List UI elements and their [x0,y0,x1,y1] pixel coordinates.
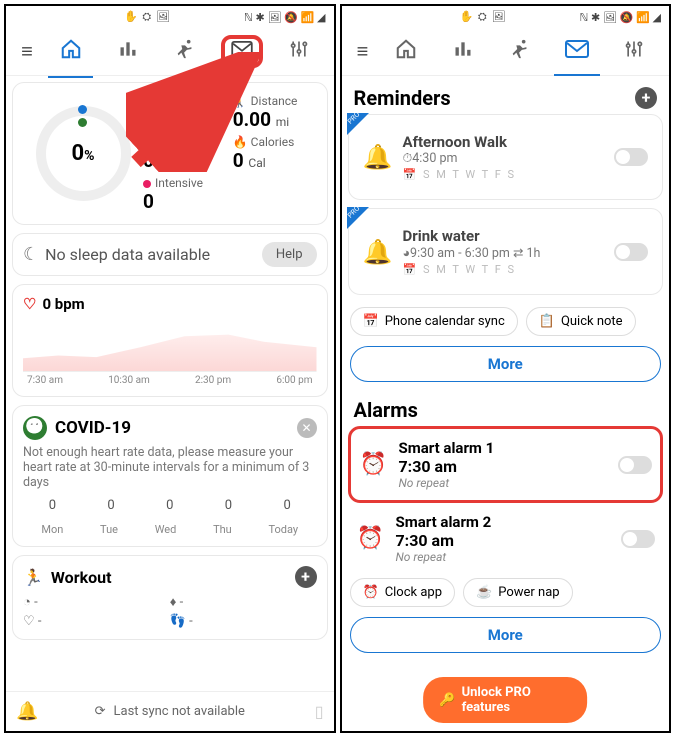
clock-app-button[interactable]: ⏰ Clock app [350,578,456,607]
status-bar: ✋ ⛭ 🖼 ℕ ✱ 🖼 🔕 📶 ◢ [6,6,334,28]
covid-icon [23,416,47,440]
pro-badge: PRO [347,207,369,229]
more-alarms-button[interactable]: More [350,617,662,653]
nav-settings[interactable] [270,39,327,64]
bell-icon: 🔔 [363,143,393,171]
menu-icon[interactable]: ≡ [348,39,378,64]
alarms-title: Alarms [348,394,664,426]
close-icon[interactable]: ✕ [297,418,317,438]
toggle[interactable] [614,148,648,166]
top-nav: ≡ [342,28,670,76]
quick-note-button[interactable]: 📋 Quick note [526,307,636,336]
dot-steps [78,105,87,114]
alarm-icon: ⏰ [359,452,389,477]
heart-icon: ♡ [23,295,36,313]
sync-icon: ⟳ [95,704,106,719]
bell-icon[interactable]: 🔔 [16,701,38,722]
heart-card[interactable]: ♡0 bpm 7:30 am10:30 am2:30 pm6:00 pm [12,284,328,397]
help-button[interactable]: Help [262,242,317,267]
reminder-item[interactable]: PRO 🔔 Afternoon Walk ⏱4:30 pm 📅 S M T W … [348,114,664,200]
nav-home[interactable] [378,38,435,65]
label-active: Active [143,135,227,149]
nav-home[interactable] [42,38,99,65]
label-calories: 🔥 Calories [233,135,317,149]
menu-icon[interactable]: ≡ [12,39,42,64]
unlock-pro-button[interactable]: 🔑 Unlock PRO features [423,677,587,723]
right-phone: ✋ ⛭ 🖼 ℕ ✱ 🖼 🔕 📶 ◢ ≡ Reminders + PRO 🔔 [340,4,672,733]
pro-badge: PRO [347,113,369,135]
status-bar: ✋ ⛭ 🖼 ℕ ✱ 🖼 🔕 📶 ◢ [342,6,670,28]
toggle[interactable] [614,243,648,261]
heart-chart [23,317,317,372]
top-nav: ≡ [6,28,334,76]
key-icon: 🔑 [439,693,455,708]
nav-messages[interactable] [549,40,606,63]
phone-sync-button[interactable]: 📅 Phone calendar sync [350,307,518,336]
nav-stats[interactable] [435,39,492,64]
nav-stats[interactable] [99,39,156,64]
alarm-item[interactable]: ⏰ Smart alarm 2 7:30 am No repeat [348,503,664,574]
left-phone: ✋ ⛭ 🖼 ℕ ✱ 🖼 🔕 📶 ◢ ≡ [4,4,336,733]
runner-icon: 🏃 [23,568,43,587]
alarm-icon: ⏰ [356,526,386,551]
nav-activity[interactable] [156,38,213,65]
label-distance: 🚶 Distance [233,94,317,108]
label-steps: Steps [143,94,227,108]
moon-icon: ☾ [23,244,39,265]
alarm-item[interactable]: ⏰ Smart alarm 1 7:30 am No repeat [348,426,664,503]
toggle[interactable] [618,456,652,474]
more-reminders-button[interactable]: More [350,346,662,382]
nav-settings[interactable] [606,39,663,64]
add-reminder-button[interactable]: + [635,87,657,109]
covid-card: COVID-19 ✕ Not enough heart rate data, p… [12,405,328,547]
label-intensive: Intensive [143,176,227,190]
nav-activity[interactable] [492,38,549,65]
add-workout-button[interactable]: + [295,566,317,588]
reminder-item[interactable]: PRO 🔔 Drink water ◕9:30 am - 6:30 pm ⇄ 1… [348,208,664,295]
toggle[interactable] [621,530,655,548]
power-nap-button[interactable]: ☕ Power nap [463,578,573,607]
sleep-card[interactable]: ☾No sleep data available Help [12,233,328,276]
workout-card[interactable]: 🏃 Workout + ◔ -♦ - ♡ -👣 - [12,555,328,640]
battery-icon: ▯ [315,702,324,721]
nav-messages[interactable] [213,35,270,68]
bell-icon: 🔔 [363,238,393,266]
dot-active [78,118,87,127]
progress-ring: 0% [23,93,143,213]
footer: 🔔 ⟳ Last sync not available ▯ [6,691,334,731]
dashboard-card: 0% Steps0 🚶 Distance0.00 mi Active0 🔥 Ca… [12,82,328,225]
reminders-title: Reminders + [348,82,664,114]
